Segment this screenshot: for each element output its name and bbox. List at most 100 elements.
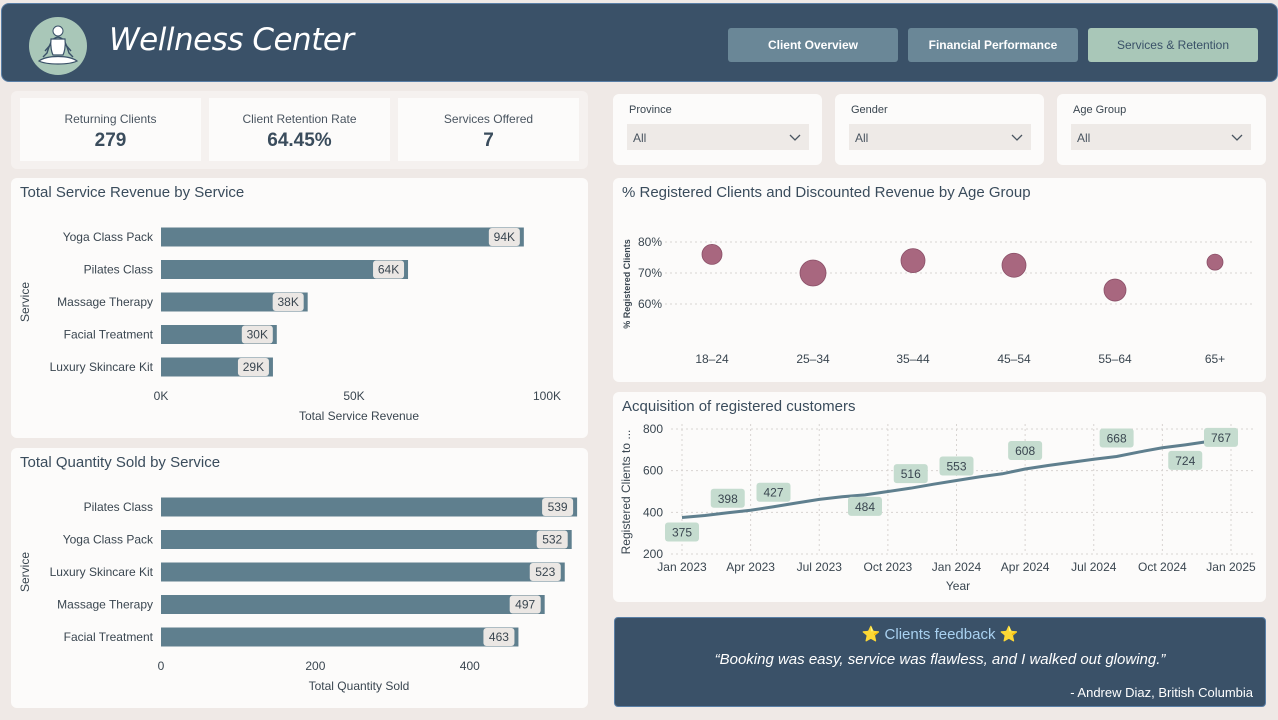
data-label: 94K [494, 230, 515, 244]
gender-dropdown[interactable]: All [849, 124, 1031, 150]
x-tick-label: 0 [158, 659, 165, 673]
quantity-chart-card: Total Quantity Sold by Service Pilates C… [11, 448, 588, 708]
bubble [1001, 252, 1027, 278]
kpi-retention-rate: Client Retention Rate 64.45% [209, 98, 390, 161]
feedback-quote: “Booking was easy, service was flawless,… [714, 651, 1166, 668]
data-label: 668 [1107, 432, 1127, 446]
kpi-label: Services Offered [443, 112, 534, 126]
data-label: 532 [542, 533, 562, 547]
bar [161, 227, 524, 247]
dropdown-value: All [855, 131, 869, 145]
age-group-scatter-chart: 60% 70% 80% 18–24 25–34 35–44 45–54 55–64 65+ % R… [622, 235, 1253, 366]
data-label: 539 [548, 500, 568, 514]
data-label: 484 [855, 500, 875, 514]
chevron-down-icon [1011, 134, 1023, 141]
y-tick-label: 400 [643, 505, 663, 519]
revenue-chart-card: Total Service Revenue by Service Yoga Cl… [11, 178, 588, 438]
x-tick-label: 0K [154, 389, 169, 403]
acquisition-chart-card: Acquisition of registered customers 200 4… [613, 392, 1266, 602]
nav-client-overview-button[interactable]: Client Overview [728, 28, 898, 62]
kpi-value: 7 [483, 130, 494, 151]
category-label: Luxury Skincare Kit [50, 565, 154, 579]
filter-province: Province All [613, 94, 822, 165]
kpi-value: 279 [94, 130, 127, 151]
x-tick-label: 200 [305, 659, 325, 673]
x-tick-label: 65+ [1205, 352, 1225, 366]
bubble [900, 248, 926, 273]
x-tick-label: Oct 2023 [864, 560, 913, 574]
data-label: 30K [247, 328, 268, 342]
age-group-chart-card: % Registered Clients and Discounted Reve… [613, 178, 1266, 382]
x-axis-label: Total Quantity Sold [309, 679, 410, 693]
data-label: 375 [672, 526, 692, 540]
y-axis-label: Service [18, 282, 32, 322]
x-tick-label: Jan 2025 [1206, 560, 1256, 574]
kpi-label: Returning Clients [64, 112, 157, 126]
x-tick-label: 50K [343, 389, 364, 403]
bar [161, 497, 578, 517]
dropdown-value: All [1077, 131, 1091, 145]
x-tick-label: Jul 2023 [797, 560, 843, 574]
x-tick-label: Oct 2024 [1138, 560, 1187, 574]
data-label: 767 [1211, 431, 1231, 445]
y-tick-label: 800 [643, 422, 663, 436]
chevron-down-icon [1231, 134, 1243, 141]
y-axis-label: % Registered Clients [622, 239, 632, 329]
filter-label: Province [629, 104, 672, 116]
acquisition-line-chart: 200 400 600 800 Jan 2023 Apr 2023 Jul 2023 Oct … [619, 422, 1256, 593]
nav-services-retention-button[interactable]: Services & Retention [1088, 28, 1258, 62]
data-label: 497 [515, 598, 535, 612]
x-tick-label: 45–54 [997, 352, 1031, 366]
nav-financial-performance-button[interactable]: Financial Performance [908, 28, 1078, 62]
y-axis-label: Registered Clients to ... [619, 430, 633, 555]
bar [161, 595, 545, 614]
category-label: Pilates Class [84, 263, 153, 277]
x-tick-label: Jan 2023 [657, 560, 707, 574]
bubble [1103, 278, 1127, 302]
x-axis-label: Total Service Revenue [299, 409, 419, 423]
y-tick-label: 80% [638, 235, 662, 249]
x-tick-label: 25–34 [796, 352, 830, 366]
feedback-title: ⭐ Clients feedback ⭐ [615, 625, 1265, 643]
y-tick-label: 600 [643, 464, 663, 478]
data-label: 516 [901, 467, 921, 481]
client-feedback-panel: ⭐ Clients feedback ⭐ “Booking was easy, … [614, 617, 1266, 707]
kpi-services-offered: Services Offered 7 [398, 98, 579, 161]
x-tick-label: 18–24 [695, 352, 729, 366]
meditation-icon [37, 25, 79, 65]
kpi-returning-clients: Returning Clients 279 [20, 98, 201, 161]
data-label: 38K [278, 295, 299, 309]
filter-label: Age Group [1073, 104, 1127, 116]
data-label: 398 [718, 492, 738, 506]
x-tick-label: Jul 2024 [1071, 560, 1117, 574]
filter-gender: Gender All [835, 94, 1044, 165]
x-tick-label: 100K [533, 389, 561, 403]
bubble [799, 259, 827, 287]
x-tick-label: 400 [460, 659, 480, 673]
chevron-down-icon [789, 134, 801, 141]
y-tick-label: 70% [638, 266, 662, 280]
data-label: 608 [1015, 444, 1035, 458]
data-label: 463 [489, 630, 509, 644]
province-dropdown[interactable]: All [627, 124, 809, 150]
bubble [701, 244, 723, 265]
filter-age-group: Age Group All [1057, 94, 1266, 165]
dropdown-value: All [633, 131, 647, 145]
y-tick-label: 200 [643, 547, 663, 561]
data-label: 553 [946, 459, 966, 473]
category-label: Yoga Class Pack [63, 533, 154, 547]
data-label: 29K [243, 360, 264, 374]
category-label: Massage Therapy [57, 598, 153, 612]
feedback-title-label: Clients feedback [884, 626, 996, 643]
data-label: 64K [378, 263, 399, 277]
bar [161, 562, 565, 582]
category-label: Pilates Class [84, 500, 153, 514]
star-icon: ⭐ [999, 626, 1019, 643]
x-tick-label: Apr 2024 [1001, 560, 1050, 574]
age-group-dropdown[interactable]: All [1071, 124, 1251, 150]
category-label: Yoga Class Pack [63, 230, 154, 244]
x-tick-label: Apr 2023 [726, 560, 775, 574]
category-label: Facial Treatment [64, 630, 154, 644]
app-title: Wellness Center [109, 22, 354, 58]
category-label: Massage Therapy [57, 295, 153, 309]
